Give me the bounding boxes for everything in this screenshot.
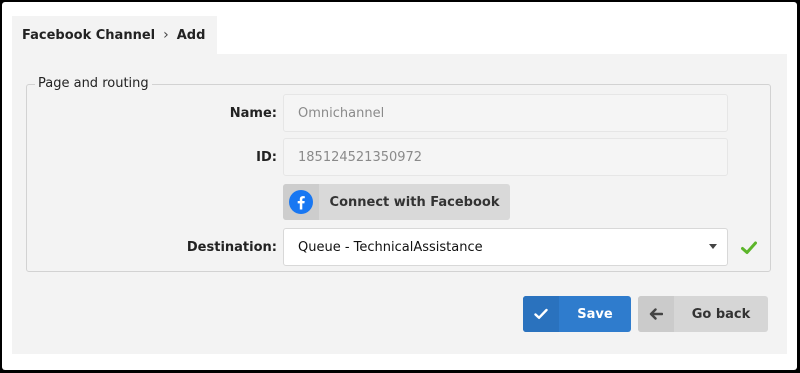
id-field-placeholder: 185124521350972: [298, 149, 423, 165]
breadcrumb: Facebook Channel › Add: [12, 16, 218, 54]
destination-select[interactable]: Queue - TechnicalAssistance: [283, 228, 728, 266]
name-field[interactable]: Omnichannel: [283, 94, 728, 132]
arrow-left-icon: [638, 296, 674, 332]
breadcrumb-current: Add: [176, 27, 206, 43]
destination-label: Destination:: [186, 240, 277, 255]
window: Facebook Channel › Add Page and routing …: [2, 2, 797, 370]
name-label: Name:: [229, 106, 277, 121]
go-back-button[interactable]: Go back: [638, 296, 768, 332]
save-button-label: Save: [577, 306, 613, 322]
breadcrumb-section[interactable]: Facebook Channel: [22, 28, 155, 43]
form-panel: Page and routing Name: Omnichannel ID: 1…: [12, 54, 787, 354]
dropdown-caret-icon: [709, 244, 717, 249]
destination-value: Queue - TechnicalAssistance: [298, 239, 483, 255]
breadcrumb-separator: ›: [163, 27, 169, 43]
save-button[interactable]: Save: [523, 296, 631, 332]
page-routing-group: Page and routing Name: Omnichannel ID: 1…: [26, 76, 771, 272]
id-label: ID:: [256, 150, 277, 165]
name-field-placeholder: Omnichannel: [298, 105, 385, 121]
connect-facebook-button[interactable]: Connect with Facebook: [283, 184, 510, 220]
connect-facebook-label: Connect with Facebook: [329, 194, 500, 210]
group-legend: Page and routing: [35, 76, 152, 91]
facebook-icon: [283, 184, 319, 220]
checkmark-icon: [741, 241, 757, 259]
id-field[interactable]: 185124521350972: [283, 138, 728, 176]
checkmark-icon: [523, 296, 559, 332]
go-back-button-label: Go back: [691, 306, 751, 322]
